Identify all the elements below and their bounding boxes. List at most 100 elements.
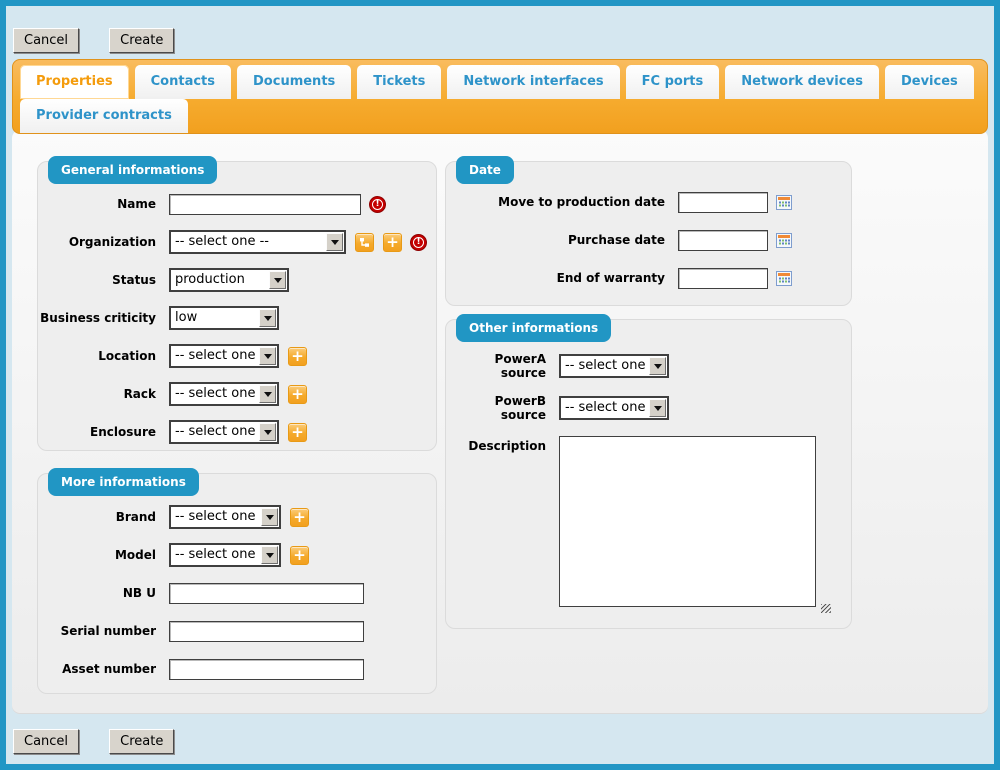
nb-u-input[interactable] [169,583,364,604]
dropdown-arrow-icon[interactable] [259,309,276,327]
create-button[interactable]: Create [109,28,174,53]
model-label: Model [38,548,169,562]
asset-number-label: Asset number [38,662,169,676]
field-row-serial-number: Serial number [38,619,436,643]
tab-tickets[interactable]: Tickets [357,65,441,99]
tab-documents[interactable]: Documents [237,65,351,99]
field-row-organization: Organization -- select one -- + ! [38,230,436,254]
enclosure-select[interactable]: -- select one -- [169,420,279,444]
dropdown-arrow-icon[interactable] [259,347,276,365]
nb-u-label: NB U [38,586,169,600]
business-criticity-select[interactable]: low [169,306,279,330]
tab-properties[interactable]: Properties [20,65,129,99]
field-row-powera-source: PowerA source -- select one -- [446,352,851,380]
more-informations-fieldset: More informations Brand -- select one --… [37,473,437,694]
model-select[interactable]: -- select one -- [169,543,281,567]
description-textarea[interactable] [559,436,816,607]
powera-source-select[interactable]: -- select one -- [559,354,669,378]
tab-provider-contracts[interactable]: Provider contracts [20,99,188,133]
tab-network-interfaces[interactable]: Network interfaces [447,65,619,99]
description-label: Description [446,436,559,453]
serial-number-label: Serial number [38,624,169,638]
brand-label: Brand [38,510,169,524]
dropdown-arrow-icon[interactable] [269,271,286,289]
tab-contacts[interactable]: Contacts [135,65,231,99]
status-label: Status [38,273,169,287]
tab-row: Properties Contacts Documents Tickets Ne… [20,65,981,133]
date-title: Date [456,156,514,184]
organization-label: Organization [38,235,169,249]
other-informations-title: Other informations [456,314,611,342]
name-label: Name [38,197,169,211]
other-informations-fieldset: Other informations PowerA source -- sele… [445,319,852,629]
dropdown-arrow-icon[interactable] [259,385,276,403]
dropdown-arrow-icon[interactable] [649,399,666,417]
add-brand-button[interactable]: + [290,508,309,527]
field-row-business-criticity: Business criticity low [38,306,436,330]
move-to-production-date-input[interactable] [678,192,768,213]
field-row-move-to-production-date: Move to production date [446,190,851,214]
field-row-model: Model -- select one -- + [38,543,436,567]
right-column: Date Move to production date Pur [445,161,852,629]
business-criticity-label: Business criticity [38,311,169,325]
validation-error-icon: ! [410,234,427,251]
date-picker-button[interactable] [776,233,792,248]
hierarchy-browse-button[interactable] [355,233,374,252]
field-row-rack: Rack -- select one -- + [38,382,436,406]
tab-network-devices[interactable]: Network devices [725,65,879,99]
add-location-button[interactable]: + [288,347,307,366]
dropdown-arrow-icon[interactable] [261,508,278,526]
dropdown-arrow-icon[interactable] [261,546,278,564]
asset-number-input[interactable] [169,659,364,680]
location-label: Location [38,349,169,363]
date-fieldset: Date Move to production date Pur [445,161,852,306]
dropdown-arrow-icon[interactable] [649,357,666,375]
dropdown-arrow-icon[interactable] [259,423,276,441]
field-row-brand: Brand -- select one -- + [38,505,436,529]
organization-select[interactable]: -- select one -- [169,230,346,254]
dropdown-arrow-icon[interactable] [326,233,343,251]
field-row-status: Status production [38,268,436,292]
name-input[interactable] [169,194,361,215]
calendar-icon [776,195,792,210]
field-row-location: Location -- select one -- + [38,344,436,368]
date-picker-button[interactable] [776,271,792,286]
serial-number-input[interactable] [169,621,364,642]
purchase-date-input[interactable] [678,230,768,251]
status-select[interactable]: production [169,268,289,292]
resize-grip-icon[interactable] [821,604,831,613]
properties-tab-panel: General informations Name ! Organization… [12,130,988,714]
hierarchy-icon [359,237,370,248]
add-organization-button[interactable]: + [383,233,402,252]
more-informations-title: More informations [48,468,199,496]
field-row-description: Description [446,436,851,607]
field-row-powerb-source: PowerB source -- select one -- [446,394,851,422]
tab-devices[interactable]: Devices [885,65,974,99]
tab-fc-ports[interactable]: FC ports [626,65,720,99]
add-enclosure-button[interactable]: + [288,423,307,442]
add-rack-button[interactable]: + [288,385,307,404]
field-row-nb-u: NB U [38,581,436,605]
create-button[interactable]: Create [109,729,174,754]
cancel-button[interactable]: Cancel [13,729,79,754]
location-select[interactable]: -- select one -- [169,344,279,368]
purchase-date-label: Purchase date [446,233,678,247]
validation-error-icon: ! [369,196,386,213]
left-column: General informations Name ! Organization… [37,161,437,694]
end-of-warranty-label: End of warranty [446,271,678,285]
powerb-source-select[interactable]: -- select one -- [559,396,669,420]
field-row-purchase-date: Purchase date [446,228,851,252]
general-informations-fieldset: General informations Name ! Organization… [37,161,437,451]
cancel-button[interactable]: Cancel [13,28,79,53]
field-row-name: Name ! [38,192,436,216]
top-action-bar: Cancel Create [13,28,994,53]
powerb-source-label: PowerB source [446,394,559,422]
end-of-warranty-input[interactable] [678,268,768,289]
move-to-production-date-label: Move to production date [446,195,678,209]
rack-select[interactable]: -- select one -- [169,382,279,406]
date-picker-button[interactable] [776,195,792,210]
itop-create-window: Cancel Create Properties Contacts Docume… [0,0,1000,770]
add-model-button[interactable]: + [290,546,309,565]
tab-bar: Properties Contacts Documents Tickets Ne… [12,59,988,134]
brand-select[interactable]: -- select one -- [169,505,281,529]
